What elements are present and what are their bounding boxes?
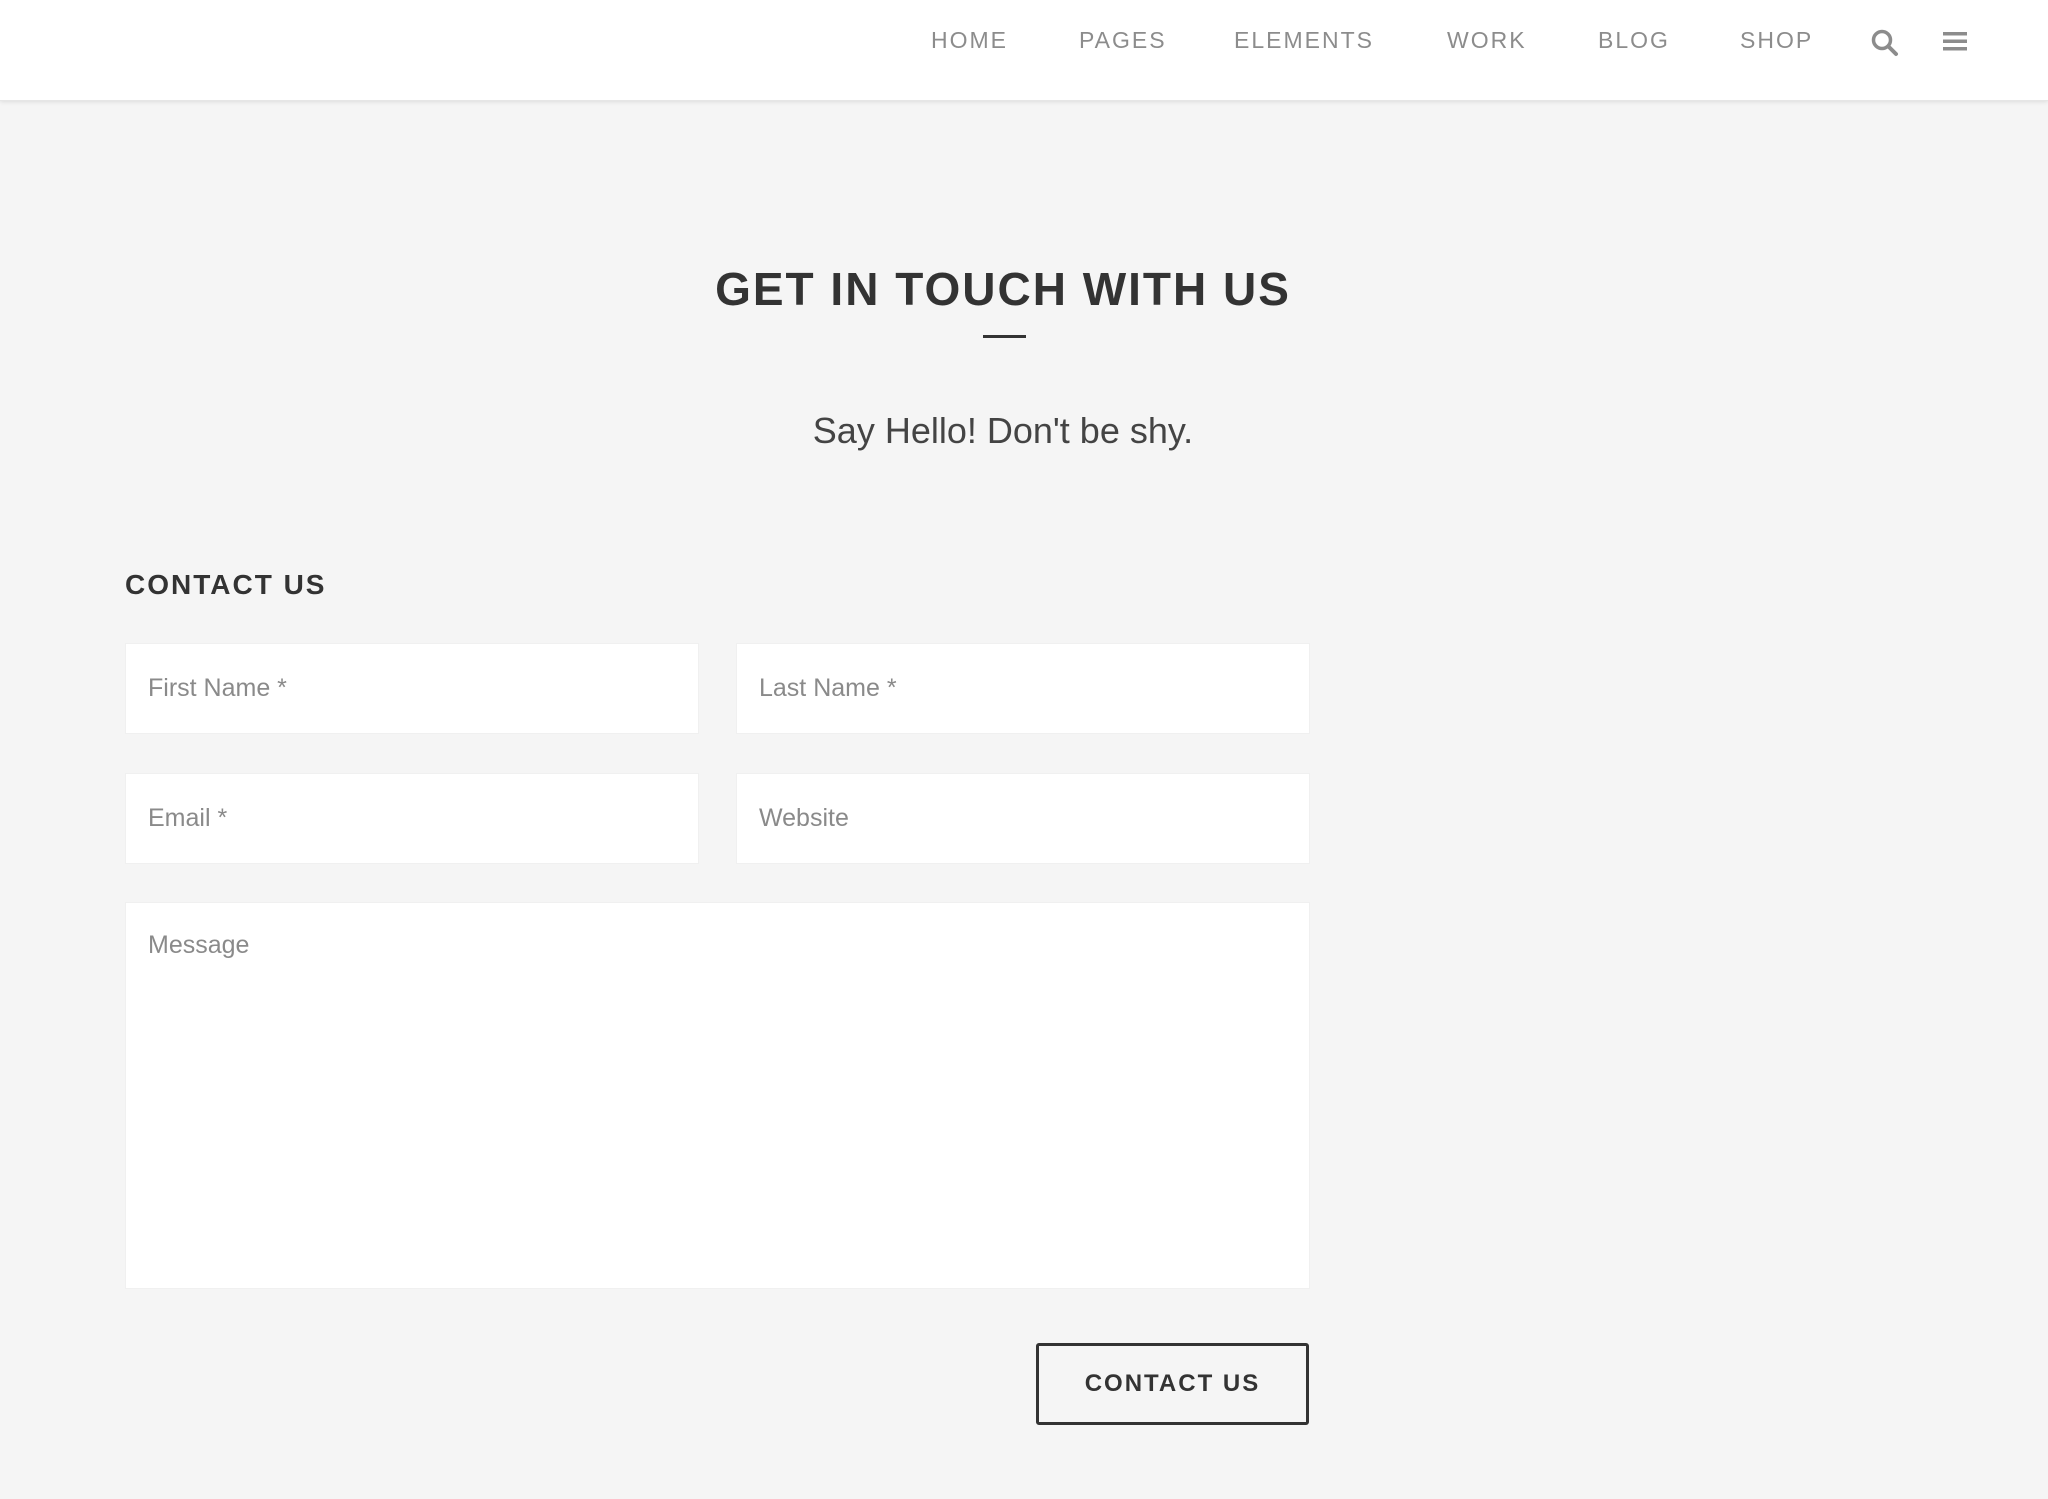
nav-item-elements[interactable]: ELEMENTS — [1234, 27, 1374, 54]
website-field[interactable] — [736, 773, 1310, 864]
last-name-field[interactable] — [736, 643, 1310, 734]
nav-item-home[interactable]: HOME — [931, 27, 1008, 54]
nav-item-pages[interactable]: PAGES — [1079, 27, 1167, 54]
page-title: GET IN TOUCH WITH US — [715, 263, 1291, 315]
nav-item-work[interactable]: WORK — [1447, 27, 1527, 54]
contact-us-button[interactable]: CONTACT US — [1036, 1343, 1309, 1425]
page-subtitle: Say Hello! Don't be shy. — [812, 410, 1194, 451]
contact-form-heading: CONTACT US — [125, 569, 327, 600]
email-field[interactable] — [125, 773, 699, 864]
search-icon[interactable] — [1870, 28, 1900, 63]
first-name-field[interactable] — [125, 643, 699, 734]
nav-item-blog[interactable]: BLOG — [1598, 27, 1670, 54]
title-divider — [983, 335, 1026, 338]
site-header: HOME PAGES ELEMENTS WORK BLOG SHOP — [0, 0, 2048, 101]
nav-item-shop[interactable]: SHOP — [1740, 27, 1813, 54]
hamburger-menu-icon[interactable] — [1942, 29, 1968, 58]
message-field[interactable] — [125, 902, 1310, 1289]
